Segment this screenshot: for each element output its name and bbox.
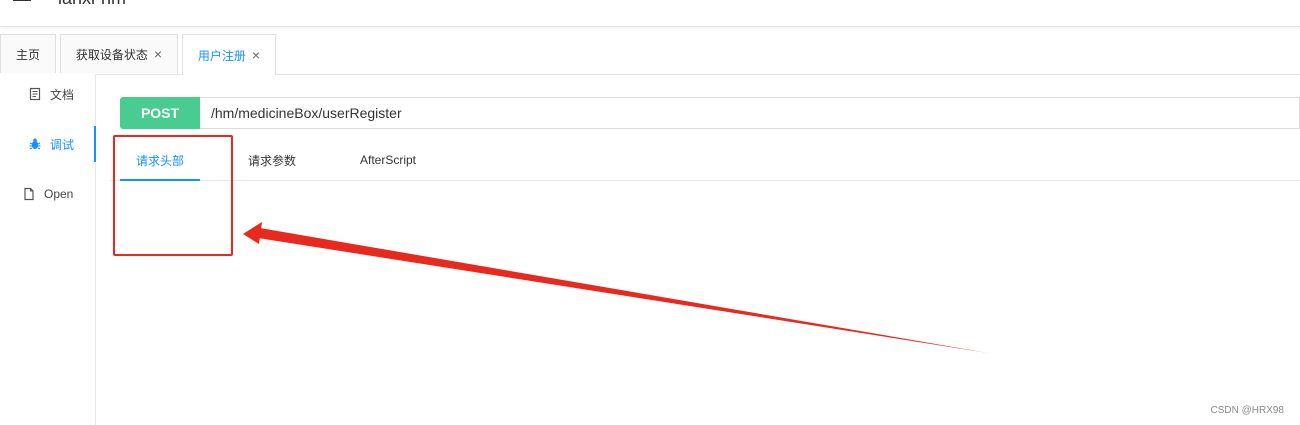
tab-user-register[interactable]: 用户注册 × [182,34,276,75]
file-icon [24,187,34,201]
http-method-badge[interactable]: POST [120,97,200,129]
side-nav: 文档 调试 Open [0,74,96,425]
app-header: lanxi-hm [0,0,1300,27]
bug-icon [29,138,41,150]
menu-icon[interactable] [13,0,33,4]
document-icon [29,87,41,101]
tab-strip: 主页 获取设备状态 × 用户注册 × [0,34,1300,75]
request-subtabs: 请求头部 请求参数 AfterScript [110,140,1300,181]
tab-request-params[interactable]: 请求参数 [232,140,312,180]
sidebar-item-label: 文档 [50,87,75,102]
tab-home[interactable]: 主页 [0,34,56,73]
request-url-field[interactable]: /hm/medicineBox/userRegister [200,97,1300,129]
tab-afterscript[interactable]: AfterScript [348,140,428,180]
tab-label: 主页 [15,47,40,62]
app-title: lanxi-hm [58,0,126,9]
tab-label: 用户注册 [197,48,246,63]
sidebar-item-label: 调试 [50,137,75,152]
tab-label: 获取设备状态 [75,47,148,62]
tab-device-status[interactable]: 获取设备状态 × [60,34,178,73]
close-icon[interactable]: × [154,47,162,61]
annotation-highlight-box [113,135,233,256]
sidebar-item-open[interactable]: Open [0,176,95,212]
close-icon[interactable]: × [252,48,260,62]
sidebar-item-docs[interactable]: 文档 [0,76,95,112]
sidebar-item-debug[interactable]: 调试 [0,126,96,162]
watermark: CSDN @HRX98 [1210,405,1284,416]
sidebar-item-label: Open [44,187,74,201]
